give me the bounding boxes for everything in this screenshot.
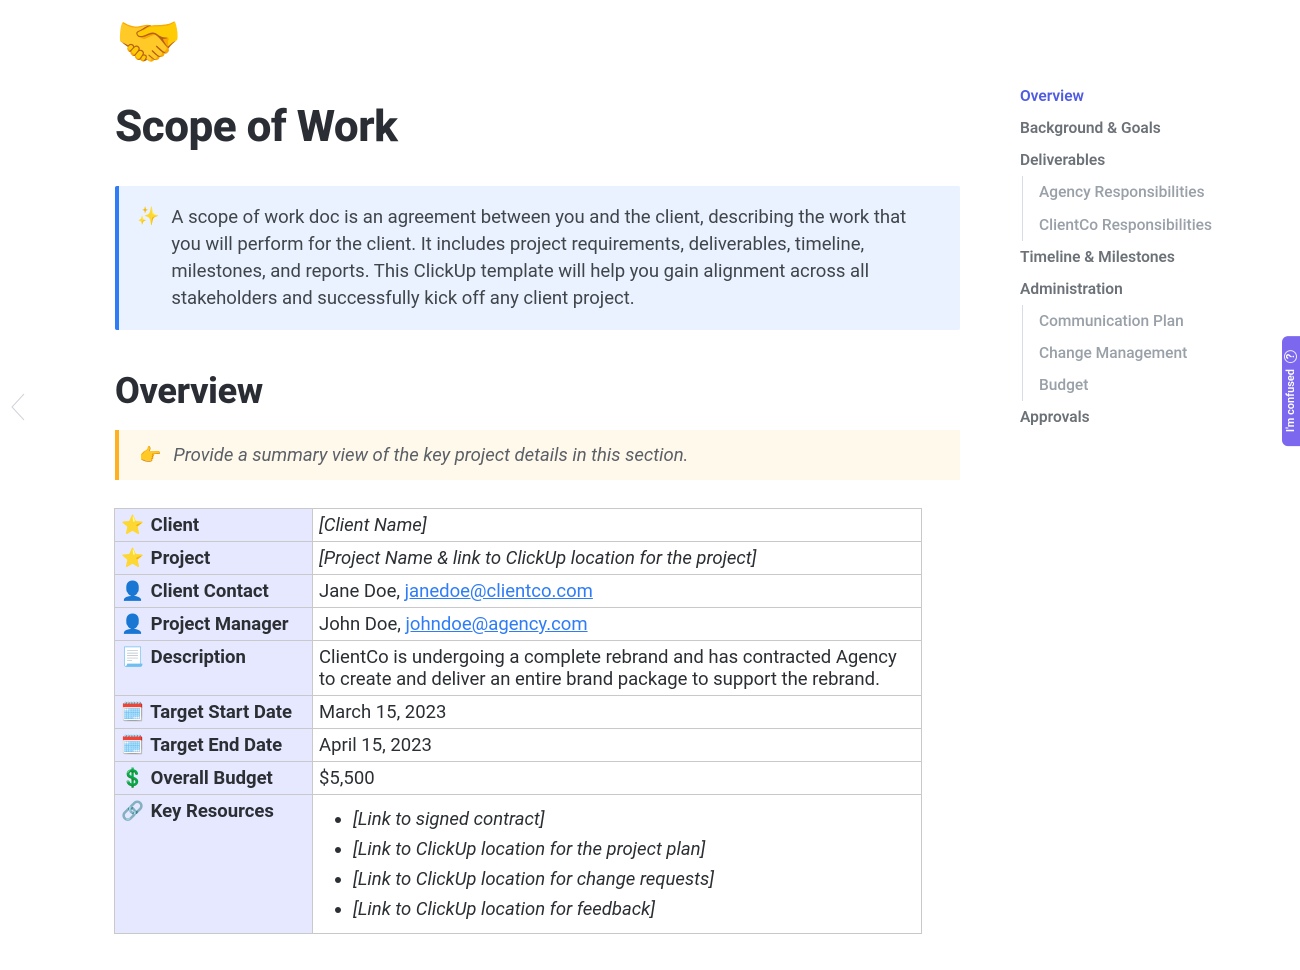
person-icon: 👤 — [121, 580, 144, 602]
table-of-contents: Overview Background & Goals Deliverables… — [960, 0, 1280, 970]
help-icon: ? — [1284, 350, 1297, 363]
calendar-icon: 🗓️ — [121, 701, 144, 723]
person-icon: 👤 — [121, 613, 144, 635]
row-label: Target End Date — [150, 734, 282, 756]
intro-callout-text: A scope of work doc is an agreement betw… — [171, 204, 936, 312]
toc-item-overview[interactable]: Overview — [1020, 80, 1280, 112]
row-label: Client Contact — [151, 580, 269, 602]
row-value[interactable]: March 15, 2023 — [313, 696, 922, 729]
chevron-left-icon — [8, 392, 32, 422]
toc-sub-budget[interactable]: Budget — [1022, 369, 1280, 401]
project-manager-email[interactable]: johndoe@agency.com — [405, 613, 587, 635]
toc-item-background[interactable]: Background & Goals — [1020, 112, 1280, 144]
row-label: Project — [151, 547, 211, 569]
client-contact-email[interactable]: janedoe@clientco.com — [405, 580, 593, 602]
overview-hint-text: Provide a summary view of the key projec… — [173, 444, 688, 466]
prev-arrow[interactable] — [8, 392, 36, 420]
resource-link[interactable]: [Link to ClickUp location for the projec… — [353, 838, 913, 860]
calendar-icon: 🗓️ — [121, 734, 144, 756]
table-row: ⭐ Client [Client Name] — [115, 509, 922, 542]
link-icon: 🔗 — [121, 800, 144, 822]
row-value[interactable]: $5,500 — [313, 762, 922, 795]
sparkles-icon: ✨ — [137, 204, 159, 312]
table-row: 💲 Overall Budget $5,500 — [115, 762, 922, 795]
toc-item-deliverables[interactable]: Deliverables — [1020, 144, 1280, 176]
toc-item-approvals[interactable]: Approvals — [1020, 401, 1280, 433]
row-value[interactable]: Jane Doe, janedoe@clientco.com — [313, 575, 922, 608]
table-row: 🗓️ Target End Date April 15, 2023 — [115, 729, 922, 762]
doc-icon[interactable]: 🤝 — [115, 16, 960, 70]
confused-tab[interactable]: I'm confused ? — [1282, 336, 1300, 446]
row-label: Target Start Date — [150, 701, 292, 723]
row-label: Overall Budget — [151, 767, 273, 789]
table-row: 🗓️ Target Start Date March 15, 2023 — [115, 696, 922, 729]
row-label: Description — [151, 646, 246, 668]
table-row: 👤 Project Manager John Doe, johndoe@agen… — [115, 608, 922, 641]
toc-sub-change[interactable]: Change Management — [1022, 337, 1280, 369]
table-row: ⭐ Project [Project Name & link to ClickU… — [115, 542, 922, 575]
row-value[interactable]: John Doe, johndoe@agency.com — [313, 608, 922, 641]
confused-label: I'm confused — [1284, 369, 1297, 432]
table-row: 👤 Client Contact Jane Doe, janedoe@clien… — [115, 575, 922, 608]
resource-link[interactable]: [Link to signed contract] — [353, 808, 913, 830]
overview-table: ⭐ Client [Client Name] ⭐ Project [Projec… — [114, 508, 922, 934]
table-row: 🔗 Key Resources [Link to signed contract… — [115, 795, 922, 934]
resource-link[interactable]: [Link to ClickUp location for change req… — [353, 868, 913, 890]
row-value[interactable]: ClientCo is undergoing a complete rebran… — [313, 641, 922, 696]
toc-sub-agency[interactable]: Agency Responsibilities — [1022, 176, 1280, 208]
star-icon: ⭐ — [121, 547, 144, 569]
dollar-icon: 💲 — [121, 767, 144, 789]
row-label: Project Manager — [151, 613, 289, 635]
toc-sub-clientco[interactable]: ClientCo Responsibilities — [1022, 209, 1280, 241]
table-row: 📃 Description ClientCo is undergoing a c… — [115, 641, 922, 696]
row-value[interactable]: [Link to signed contract] [Link to Click… — [313, 795, 922, 934]
toc-item-timeline[interactable]: Timeline & Milestones — [1020, 241, 1280, 273]
page-icon: 📃 — [121, 646, 144, 668]
overview-hint: 👉 Provide a summary view of the key proj… — [115, 430, 960, 480]
resource-link[interactable]: [Link to ClickUp location for feedback] — [353, 898, 913, 920]
toc-item-administration[interactable]: Administration — [1020, 273, 1280, 305]
page-title: Scope of Work — [115, 100, 960, 152]
overview-heading: Overview — [115, 370, 960, 412]
star-icon: ⭐ — [121, 514, 144, 536]
row-value[interactable]: [Client Name] — [319, 514, 427, 536]
intro-callout: ✨ A scope of work doc is an agreement be… — [115, 186, 960, 330]
row-label: Client — [151, 514, 200, 536]
row-label: Key Resources — [151, 800, 274, 822]
row-value[interactable]: April 15, 2023 — [313, 729, 922, 762]
toc-sub-communication[interactable]: Communication Plan — [1022, 305, 1280, 337]
row-value[interactable]: [Project Name & link to ClickUp location… — [319, 547, 756, 569]
pointer-icon: 👉 — [139, 445, 161, 466]
